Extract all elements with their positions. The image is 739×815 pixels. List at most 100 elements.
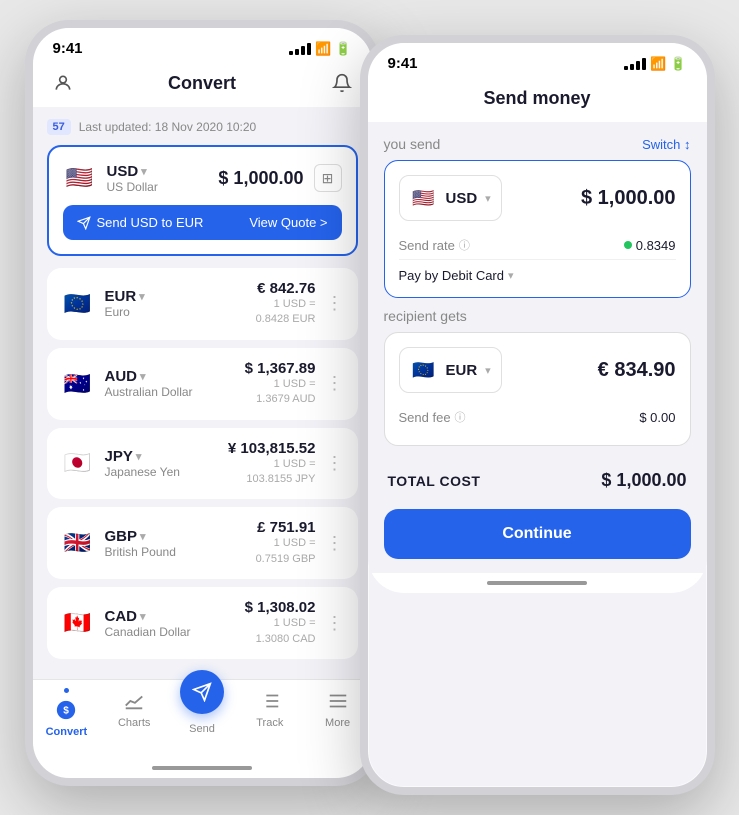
pay-method-selector[interactable]: Pay by Debit Card ▾ <box>399 268 676 283</box>
signal-bars-2 <box>624 58 646 70</box>
pay-method-chevron: ▾ <box>508 269 514 282</box>
you-send-label-row: you send Switch ↕ <box>384 136 691 152</box>
nav-more-label: More <box>325 717 350 729</box>
jpy-info: JPY ▾ Japanese Yen <box>105 448 180 479</box>
phone-convert: 9:41 📶 🔋 <box>25 20 380 786</box>
recipient-label-row: recipient gets <box>384 308 691 324</box>
send-amount[interactable]: $ 1,000.00 <box>581 187 676 210</box>
recipient-currency-code: EUR <box>446 362 478 379</box>
pay-method-row: Pay by Debit Card ▾ <box>399 260 676 283</box>
aud-code: AUD ▾ <box>105 368 193 385</box>
continue-button[interactable]: Continue <box>384 509 691 559</box>
status-icons-2: 📶 🔋 <box>624 56 686 72</box>
send-arrow-icon <box>77 216 91 230</box>
main-currency-name: US Dollar <box>107 180 158 194</box>
signal-bar-4 <box>307 43 311 55</box>
send-rate-info-icon[interactable]: ⓘ <box>459 237 470 253</box>
jpy-more-dots[interactable]: ⋮ <box>326 453 344 474</box>
send-currency-code: USD <box>446 190 478 207</box>
currency-card-eur[interactable]: 🇪🇺 EUR ▾ Euro € 842.76 1 USD =0.8428 EUR <box>47 268 358 340</box>
nav-convert[interactable]: $ Convert <box>41 688 91 738</box>
main-currency-code: USD ▾ <box>107 163 158 180</box>
send-icon <box>180 670 224 714</box>
cad-amount-col: $ 1,308.02 1 USD =1.3080 CAD <box>245 599 316 647</box>
send-fee-label-text: Send fee <box>399 410 451 425</box>
aud-right: $ 1,367.89 1 USD =1.3679 AUD ⋮ <box>245 360 344 408</box>
jpy-right: ¥ 103,815.52 1 USD =103.8155 JPY ⋮ <box>228 440 344 488</box>
cad-rate: 1 USD =1.3080 CAD <box>245 616 316 647</box>
main-currency-row: 🇺🇸 USD ▾ US Dollar $ 1,000. <box>63 161 342 195</box>
wifi-icon-2: 📶 <box>650 56 666 72</box>
send-label: Send USD to EUR <box>77 215 204 230</box>
currency-card-gbp[interactable]: 🇬🇧 GBP ▾ British Pound £ 751.91 1 USD =0… <box>47 507 358 579</box>
wifi-icon: 📶 <box>315 41 331 57</box>
eur-more-dots[interactable]: ⋮ <box>326 293 344 314</box>
bell-icon[interactable] <box>328 69 356 97</box>
cad-flag: 🇨🇦 <box>61 606 95 640</box>
calculator-icon[interactable]: ⊞ <box>314 164 342 192</box>
cad-left: 🇨🇦 CAD ▾ Canadian Dollar <box>61 606 191 640</box>
home-indicator-1 <box>33 758 372 778</box>
main-currency-left: 🇺🇸 USD ▾ US Dollar <box>63 161 158 195</box>
currency-card-aud[interactable]: 🇦🇺 AUD ▾ Australian Dollar $ 1,367.89 1 … <box>47 348 358 420</box>
nav-track[interactable]: Track <box>245 688 295 738</box>
gbp-amount: £ 751.91 <box>256 519 316 536</box>
send-flag: 🇺🇸 <box>410 184 438 212</box>
pay-method-label: Pay by Debit Card <box>399 268 505 283</box>
eur-amount: € 842.76 <box>256 280 316 297</box>
cad-name: Canadian Dollar <box>105 625 191 639</box>
send-currency-chevron: ▾ <box>485 192 491 205</box>
eur-name: Euro <box>105 305 145 319</box>
phone-send-money: 9:41 📶 🔋 <box>360 35 715 795</box>
gbp-rate: 1 USD =0.7519 GBP <box>256 536 316 567</box>
send-quote-bar[interactable]: Send USD to EUR View Quote > <box>63 205 342 240</box>
send-fee-info-icon[interactable]: ⓘ <box>455 409 466 425</box>
app-content-1: 57 Last updated: 18 Nov 2020 10:20 🇺🇸 US <box>33 107 372 679</box>
battery-icon: 🔋 <box>335 41 351 57</box>
you-send-card: 🇺🇸 USD ▾ $ 1,000.00 Send rate ⓘ <box>384 160 691 298</box>
recipient-card: 🇪🇺 EUR ▾ € 834.90 Send fee ⓘ <box>384 332 691 446</box>
main-currency-amount: $ 1,000.00 <box>218 168 303 189</box>
track-icon <box>257 688 283 714</box>
cad-more-dots[interactable]: ⋮ <box>326 613 344 634</box>
main-amount-container: $ 1,000.00 ⊞ <box>218 164 341 192</box>
send-currency-select[interactable]: 🇺🇸 USD ▾ <box>399 175 502 221</box>
gbp-more-dots[interactable]: ⋮ <box>326 533 344 554</box>
currency-card-cad[interactable]: 🇨🇦 CAD ▾ Canadian Dollar $ 1,308.02 1 US… <box>47 587 358 659</box>
battery-icon-2: 🔋 <box>670 56 686 72</box>
send-rate-value: 0.8349 <box>624 238 676 253</box>
main-currency-card[interactable]: 🇺🇸 USD ▾ US Dollar $ 1,000. <box>47 145 358 256</box>
total-cost-row: TOTAL COST $ 1,000.00 <box>384 456 691 505</box>
s-bar-1 <box>624 66 628 70</box>
view-quote[interactable]: View Quote > <box>249 215 327 230</box>
aud-amount-col: $ 1,367.89 1 USD =1.3679 AUD <box>245 360 316 408</box>
nav-track-label: Track <box>256 717 283 729</box>
signal-bar-2 <box>295 49 299 55</box>
jpy-flag: 🇯🇵 <box>61 446 95 480</box>
status-bar-2: 9:41 📶 🔋 <box>368 43 707 76</box>
aud-amount: $ 1,367.89 <box>245 360 316 377</box>
jpy-name: Japanese Yen <box>105 465 180 479</box>
eur-left: 🇪🇺 EUR ▾ Euro <box>61 287 145 321</box>
nav-send[interactable]: Send <box>177 688 227 738</box>
send-fee-value: $ 0.00 <box>639 410 675 425</box>
nav-charts[interactable]: Charts <box>109 688 159 738</box>
currency-card-jpy[interactable]: 🇯🇵 JPY ▾ Japanese Yen ¥ 103,815.52 1 USD… <box>47 428 358 500</box>
switch-button[interactable]: Switch ↕ <box>642 137 690 152</box>
update-badge: 57 <box>47 119 71 135</box>
convert-active-dot <box>64 688 69 693</box>
person-icon[interactable] <box>49 69 77 97</box>
aud-more-dots[interactable]: ⋮ <box>326 373 344 394</box>
recipient-currency-select[interactable]: 🇪🇺 EUR ▾ <box>399 347 502 393</box>
status-time-1: 9:41 <box>53 40 83 57</box>
jpy-left: 🇯🇵 JPY ▾ Japanese Yen <box>61 446 180 480</box>
home-bar-2 <box>487 581 587 585</box>
signal-bar-1 <box>289 51 293 55</box>
bottom-nav-1: $ Convert Charts <box>33 679 372 758</box>
nav-more[interactable]: More <box>313 688 363 738</box>
eur-amount-col: € 842.76 1 USD =0.8428 EUR <box>256 280 316 328</box>
aud-info: AUD ▾ Australian Dollar <box>105 368 193 399</box>
recipient-section: recipient gets 🇪🇺 EUR ▾ € 834.90 <box>384 308 691 446</box>
nav-convert-label: Convert <box>46 726 88 738</box>
aud-left: 🇦🇺 AUD ▾ Australian Dollar <box>61 367 193 401</box>
